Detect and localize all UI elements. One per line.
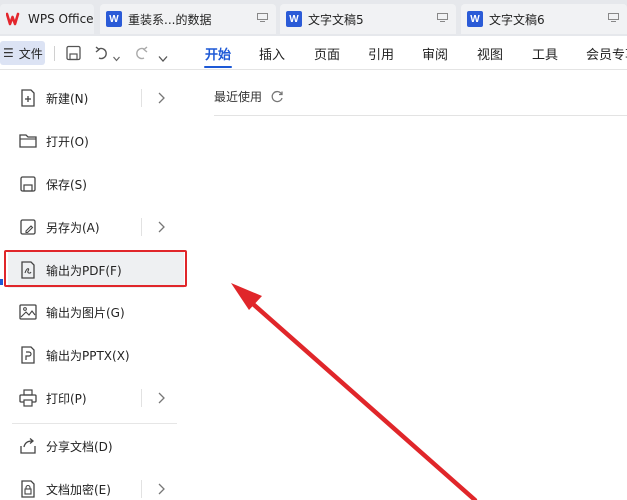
tab-bar: WPS Office W 重装系...的数据 W 文字文稿5 W 文字文稿6	[0, 0, 627, 36]
monitor-icon[interactable]	[608, 13, 619, 22]
menu-item-new[interactable]: 新建(N)	[8, 80, 184, 116]
chevron-right-icon[interactable]	[156, 482, 166, 496]
monitor-icon[interactable]	[257, 13, 268, 22]
menu-tools[interactable]: 工具	[532, 36, 558, 70]
menu-item-label: 文档加密(E)	[46, 482, 111, 497]
menu-item-encrypt[interactable]: 文档加密(E)	[8, 471, 184, 500]
menu-item-label: 打印(P)	[46, 391, 87, 406]
monitor-icon[interactable]	[437, 13, 448, 22]
menu-item-export-pptx[interactable]: 输出为PPTX(X)	[8, 337, 184, 373]
menu-item-label: 打开(O)	[46, 134, 89, 149]
panel-edge-marker	[0, 279, 3, 285]
tab-title: 文字文稿6	[489, 12, 545, 27]
menu-item-label: 分享文档(D)	[46, 439, 113, 454]
menu-item-open[interactable]: 打开(O)	[8, 123, 184, 159]
tab-document[interactable]: W 重装系...的数据	[100, 4, 276, 34]
menu-page[interactable]: 页面	[314, 36, 340, 70]
file-menu-label: 文件	[18, 46, 43, 61]
save-icon	[20, 176, 36, 192]
word-doc-icon: W	[286, 11, 302, 27]
menu-item-print[interactable]: 打印(P)	[8, 380, 184, 416]
save-as-icon	[20, 219, 36, 235]
word-doc-icon: W	[106, 11, 122, 27]
submenu-divider	[141, 89, 142, 107]
refresh-icon[interactable]	[270, 90, 284, 104]
menu-home[interactable]: 开始	[205, 36, 231, 70]
menu-member[interactable]: 会员专享	[586, 36, 627, 70]
share-icon	[20, 438, 36, 454]
menu-item-label: 新建(N)	[46, 91, 89, 106]
folder-icon	[19, 134, 37, 148]
encrypt-icon	[21, 480, 35, 498]
hamburger-icon: ☰	[3, 46, 14, 60]
tab-title: 文字文稿5	[308, 12, 364, 27]
chevron-right-icon[interactable]	[156, 220, 166, 234]
menu-item-label: 输出为图片(G)	[46, 305, 125, 320]
menu-reference[interactable]: 引用	[368, 36, 394, 70]
chevron-right-icon[interactable]	[156, 391, 166, 405]
menu-item-label: 输出为PPTX(X)	[46, 348, 130, 363]
tab-document[interactable]: W 文字文稿5	[280, 4, 456, 34]
export-image-icon	[19, 304, 37, 320]
tab-title: WPS Office	[28, 12, 94, 26]
recent-header: 最近使用	[214, 88, 284, 105]
chevron-right-icon[interactable]	[156, 91, 166, 105]
submenu-divider	[141, 218, 142, 236]
new-doc-icon	[21, 89, 35, 107]
menu-divider	[12, 423, 177, 424]
redo-icon[interactable]	[133, 44, 149, 62]
active-menu-indicator	[204, 66, 232, 68]
tab-wps-home[interactable]: WPS Office	[0, 4, 94, 34]
file-menu-button[interactable]: ☰ 文件	[0, 41, 45, 65]
undo-icon[interactable]	[94, 44, 110, 62]
menu-item-label: 另存为(A)	[46, 220, 100, 235]
menu-insert[interactable]: 插入	[259, 36, 285, 70]
menu-item-save-as[interactable]: 另存为(A)	[8, 209, 184, 245]
recent-label: 最近使用	[214, 90, 263, 104]
save-icon[interactable]	[66, 44, 81, 62]
submenu-divider	[141, 389, 142, 407]
recent-divider	[214, 115, 627, 116]
printer-icon	[19, 389, 37, 407]
tab-title: 重装系...的数据	[128, 12, 212, 27]
tab-document[interactable]: W 文字文稿6	[461, 4, 627, 34]
menu-item-save[interactable]: 保存(S)	[8, 166, 184, 202]
menu-review[interactable]: 审阅	[422, 36, 448, 70]
highlight-box	[4, 250, 187, 287]
export-pptx-icon	[21, 346, 35, 364]
word-doc-icon: W	[467, 11, 483, 27]
ribbon-toolbar: ☰ 文件 开始 插入 页面 引用 审阅 视图 工具 会员专享	[0, 36, 627, 70]
menu-item-share[interactable]: 分享文档(D)	[8, 428, 184, 464]
menu-item-label: 保存(S)	[46, 177, 87, 192]
menu-item-export-image[interactable]: 输出为图片(G)	[8, 294, 184, 330]
undo-dropdown-icon[interactable]	[113, 50, 120, 68]
submenu-divider	[141, 480, 142, 498]
toolbar-divider	[54, 46, 55, 61]
wps-logo-icon	[6, 12, 20, 26]
menu-view[interactable]: 视图	[477, 36, 503, 70]
quick-access-dropdown-icon[interactable]	[158, 50, 168, 68]
